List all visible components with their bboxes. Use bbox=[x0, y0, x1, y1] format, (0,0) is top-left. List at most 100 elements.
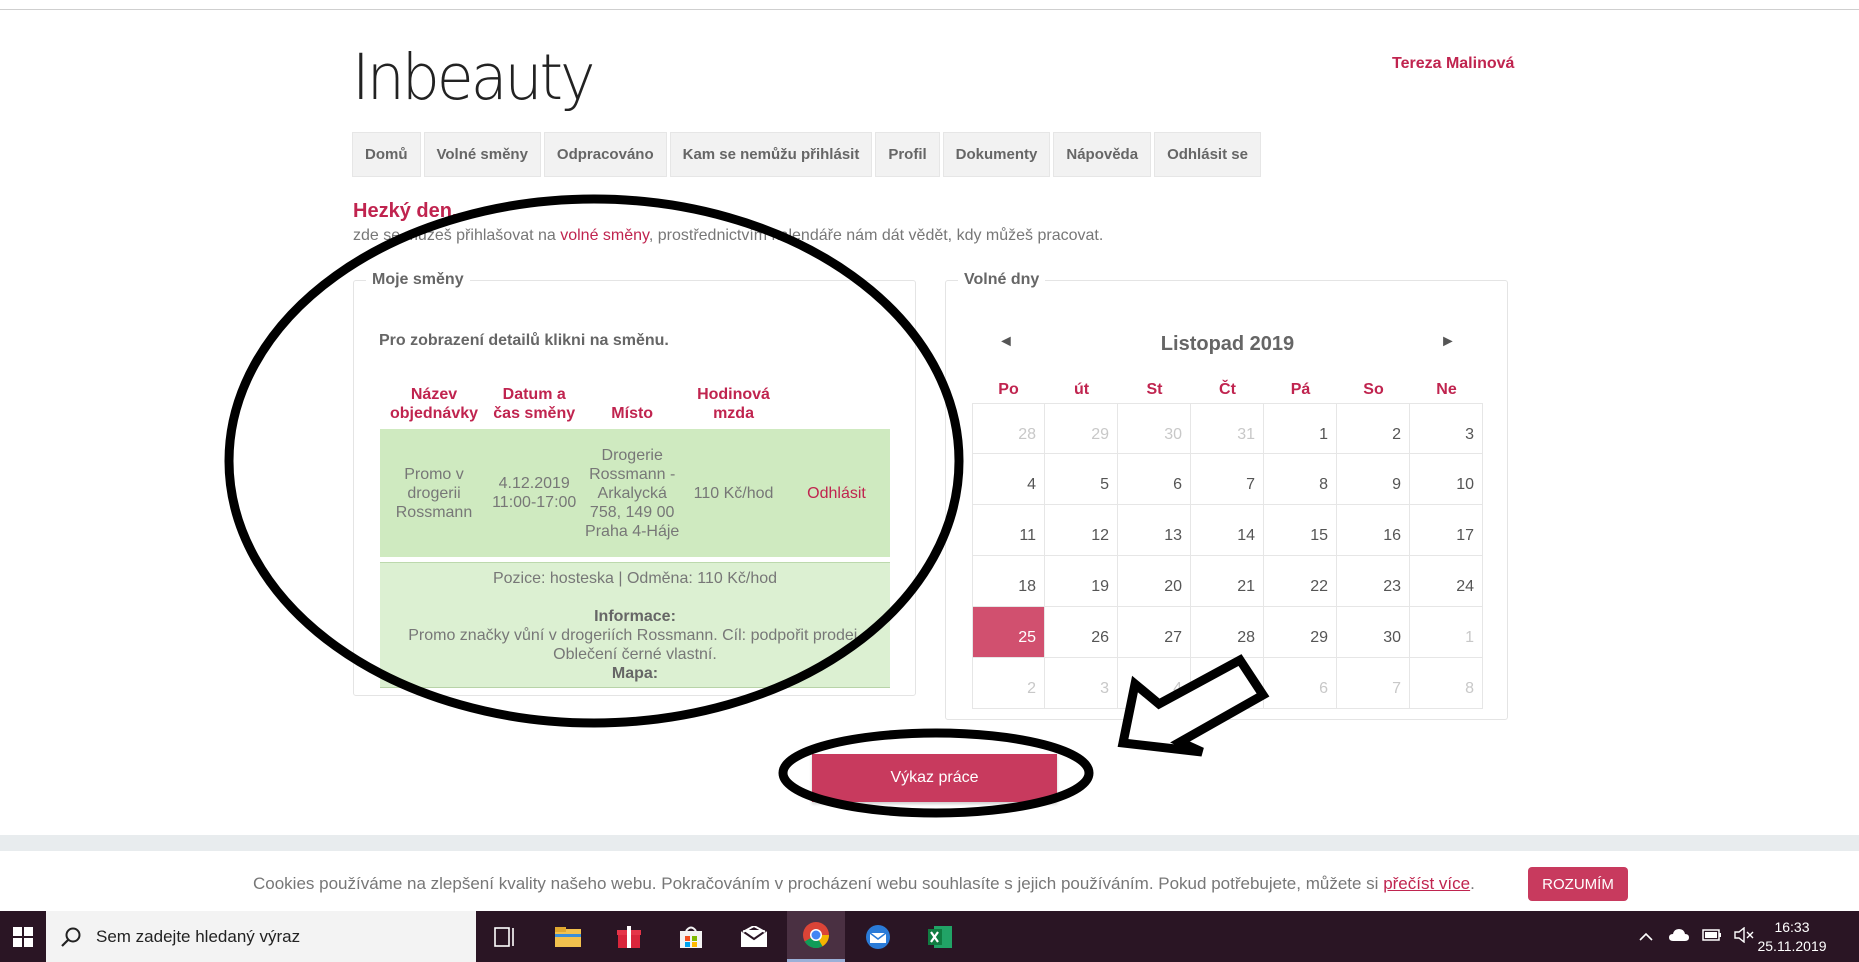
calendar-day[interactable]: 8 bbox=[1264, 454, 1337, 505]
calendar-day[interactable]: 5 bbox=[1045, 454, 1118, 505]
calendar-day[interactable]: 18 bbox=[972, 556, 1045, 607]
page: Inbeauty Tereza Malinová Domů Volné směn… bbox=[0, 0, 1859, 835]
free-days-panel: Volné dny ◄ Listopad 2019 ► Po út St Čt Pá So… bbox=[945, 271, 1508, 720]
calendar-day[interactable]: 5 bbox=[1191, 658, 1264, 709]
calendar-day[interactable]: 12 bbox=[1045, 505, 1118, 556]
calendar-day[interactable]: 20 bbox=[1118, 556, 1191, 607]
calendar-week: 25 26 27 28 29 30 1 bbox=[972, 607, 1483, 658]
nav-help[interactable]: Nápověda bbox=[1053, 132, 1152, 177]
tray-chevron-up-icon[interactable] bbox=[1638, 929, 1654, 945]
nav-documents[interactable]: Dokumenty bbox=[942, 132, 1051, 177]
greeting: Hezký den, bbox=[353, 200, 458, 222]
calendar-day[interactable]: 10 bbox=[1410, 454, 1483, 505]
calendar-day[interactable]: 31 bbox=[1191, 403, 1264, 454]
windows-start-icon[interactable] bbox=[0, 911, 46, 962]
calendar-day[interactable]: 16 bbox=[1337, 505, 1410, 556]
calendar-day[interactable]: 7 bbox=[1191, 454, 1264, 505]
calendar-day[interactable]: 17 bbox=[1410, 505, 1483, 556]
calendar-day[interactable]: 15 bbox=[1264, 505, 1337, 556]
shift-row[interactable]: Promo v drogerii Rossmann 4.12.2019 11:0… bbox=[380, 429, 890, 557]
calendar-day[interactable]: 26 bbox=[1045, 607, 1118, 658]
calendar-day[interactable]: 4 bbox=[972, 454, 1045, 505]
calendar-day[interactable]: 30 bbox=[1337, 607, 1410, 658]
calendar-day[interactable]: 13 bbox=[1118, 505, 1191, 556]
logo[interactable]: Inbeauty bbox=[352, 47, 596, 110]
nav-profile[interactable]: Profil bbox=[875, 132, 940, 177]
shift-map-label: Mapa: bbox=[611, 665, 659, 682]
battery-icon[interactable] bbox=[1702, 928, 1722, 945]
calendar-weekday: Čt bbox=[1219, 381, 1236, 398]
calendar-weekday: St bbox=[1146, 381, 1163, 398]
main-nav: Domů Volné směny Odpracováno Kam se nemů… bbox=[352, 132, 1261, 177]
calendar-day[interactable]: 23 bbox=[1337, 556, 1410, 607]
nav-unavailable[interactable]: Kam se nemůžu přihlásit bbox=[669, 132, 873, 177]
free-shifts-link[interactable]: volné směny bbox=[560, 227, 649, 244]
my-shifts-panel: Moje směny Pro zobrazení detailů klikni … bbox=[353, 271, 916, 696]
calendar-day[interactable]: 22 bbox=[1264, 556, 1337, 607]
calendar-day[interactable]: 28 bbox=[1191, 607, 1264, 658]
mail-icon[interactable] bbox=[725, 911, 783, 962]
nav-logout[interactable]: Odhlásit se bbox=[1154, 132, 1261, 177]
calendar-header: ◄ Listopad 2019 ► bbox=[946, 333, 1509, 363]
calendar-next-icon[interactable]: ► bbox=[1440, 333, 1456, 351]
taskbar: Sem zadejte hledaný výraz 16:33 25.11.20… bbox=[0, 911, 1859, 962]
intro-text-after: , prostřednictvím kalendáře nám dát vědě… bbox=[648, 227, 1104, 244]
calendar-day[interactable]: 19 bbox=[1045, 556, 1118, 607]
calendar-day[interactable]: 1 bbox=[1410, 607, 1483, 658]
calendar-day[interactable]: 21 bbox=[1191, 556, 1264, 607]
shift-place: Drogerie Rossmann - Arkalycká 758, 149 0… bbox=[580, 429, 684, 557]
task-view-icon[interactable] bbox=[476, 911, 534, 962]
chrome-icon[interactable] bbox=[787, 911, 845, 962]
store-icon[interactable] bbox=[662, 911, 720, 962]
shifts-hint: Pro zobrazení detailů klikni na směnu. bbox=[379, 332, 669, 349]
calendar-day[interactable]: 28 bbox=[972, 403, 1045, 454]
nav-home[interactable]: Domů bbox=[352, 132, 421, 177]
nav-worked[interactable]: Odpracováno bbox=[543, 132, 667, 177]
calendar-day[interactable]: 29 bbox=[1264, 607, 1337, 658]
thunderbird-icon[interactable] bbox=[849, 911, 907, 962]
nav-free-shifts[interactable]: Volné směny bbox=[423, 132, 541, 177]
calendar-day[interactable]: 2 bbox=[972, 658, 1045, 709]
calendar-day[interactable]: 4 bbox=[1118, 658, 1191, 709]
calendar-weekday: Pá bbox=[1290, 381, 1311, 398]
calendar-day[interactable]: 6 bbox=[1264, 658, 1337, 709]
taskbar-search-input[interactable]: Sem zadejte hledaný výraz bbox=[46, 911, 476, 962]
user-name[interactable]: Tereza Malinová bbox=[1392, 55, 1514, 73]
gift-app-icon[interactable] bbox=[600, 911, 658, 962]
calendar-day[interactable]: 30 bbox=[1118, 403, 1191, 454]
work-report-button[interactable]: Výkaz práce bbox=[812, 754, 1057, 802]
shift-cancel-link[interactable]: Odhlásit bbox=[783, 429, 890, 557]
calendar-weekday: út bbox=[1073, 381, 1090, 398]
calendar-day[interactable]: 24 bbox=[1410, 556, 1483, 607]
shift-details: Pozice: hosteska | Odměna: 110 Kč/hod In… bbox=[380, 562, 890, 688]
intro-text: zde se můžeš přihlašovat na volné směny,… bbox=[353, 227, 1103, 245]
calendar-day[interactable]: 3 bbox=[1045, 658, 1118, 709]
calendar-day[interactable]: 3 bbox=[1410, 403, 1483, 454]
calendar-weekday: So bbox=[1363, 381, 1384, 398]
calendar-day[interactable]: 27 bbox=[1118, 607, 1191, 658]
calendar-month: Listopad 2019 bbox=[1160, 333, 1295, 355]
calendar-day[interactable]: 6 bbox=[1118, 454, 1191, 505]
cookie-accept-button[interactable]: ROZUMÍM bbox=[1528, 867, 1628, 901]
calendar-day[interactable]: 2 bbox=[1337, 403, 1410, 454]
intro-text-before: zde se můžeš přihlašovat na bbox=[353, 227, 561, 244]
calendar-day[interactable]: 11 bbox=[972, 505, 1045, 556]
calendar-day[interactable]: 8 bbox=[1410, 658, 1483, 709]
calendar-weekday: Po bbox=[998, 381, 1019, 398]
search-icon bbox=[61, 927, 81, 947]
shift-wage: 110 Kč/hod bbox=[683, 429, 784, 557]
excel-icon[interactable] bbox=[911, 911, 969, 962]
onedrive-icon[interactable] bbox=[1668, 928, 1690, 945]
calendar-day[interactable]: 29 bbox=[1045, 403, 1118, 454]
taskbar-clock[interactable]: 16:33 25.11.2019 bbox=[1752, 918, 1832, 956]
file-explorer-icon[interactable] bbox=[539, 911, 597, 962]
calendar-day[interactable]: 1 bbox=[1264, 403, 1337, 454]
col-wage: Hodinová mzda bbox=[697, 386, 770, 422]
calendar-week: 18 19 20 21 22 23 24 bbox=[972, 556, 1483, 607]
calendar-day[interactable]: 7 bbox=[1337, 658, 1410, 709]
calendar-day[interactable]: 14 bbox=[1191, 505, 1264, 556]
cookie-more-link[interactable]: přečíst více bbox=[1383, 874, 1470, 893]
calendar-day-today[interactable]: 25 bbox=[972, 607, 1045, 658]
calendar-day[interactable]: 9 bbox=[1337, 454, 1410, 505]
clock-time: 16:33 bbox=[1774, 919, 1810, 935]
